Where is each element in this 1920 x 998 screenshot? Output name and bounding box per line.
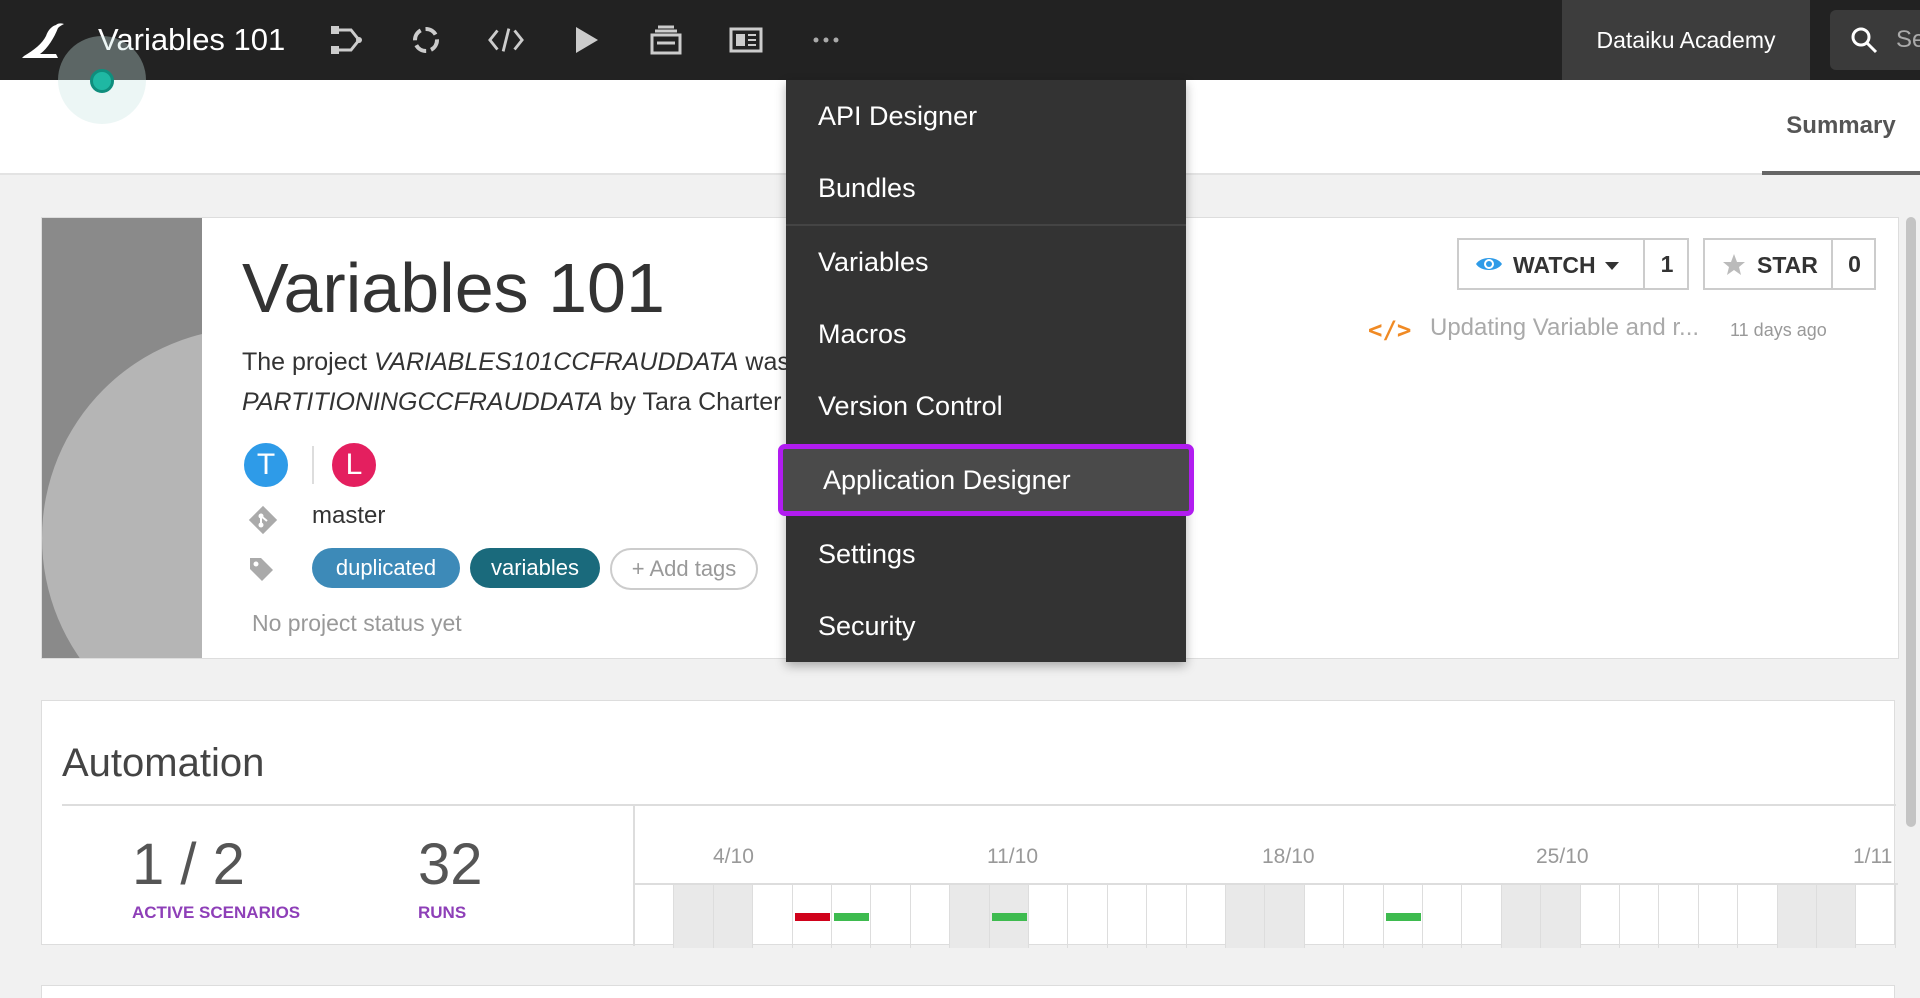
timeline-day-cell[interactable] (1738, 885, 1778, 948)
timeline-date: 11/10 (987, 845, 1038, 868)
lab-icon[interactable] (408, 22, 444, 58)
chevron-down-icon (1605, 262, 1619, 270)
code-icon[interactable] (488, 22, 524, 58)
timeline-day-cell[interactable] (753, 885, 793, 948)
top-navigation-bar: Variables 101 Dataiku Academy Se (0, 0, 1920, 80)
timeline-day-cell[interactable] (1777, 885, 1817, 948)
tag-icon (247, 555, 275, 588)
timeline-date: 25/10 (1536, 845, 1589, 868)
timeline-day-cell[interactable] (1856, 885, 1896, 948)
timeline-day-cell[interactable] (1226, 885, 1266, 948)
star-button[interactable]: STAR 0 (1703, 238, 1876, 290)
star-count[interactable]: 0 (1831, 240, 1876, 288)
scenario-run-bar-failed[interactable] (794, 913, 830, 921)
automation-title: Automation (62, 741, 265, 785)
timeline-date: 18/10 (1262, 845, 1315, 868)
more-icon[interactable] (808, 22, 844, 58)
runs-value[interactable]: 32 (418, 831, 483, 898)
timeline-day-cell[interactable] (911, 885, 951, 948)
timeline-day-cell[interactable] (1501, 885, 1542, 948)
timeline-day-cell[interactable] (713, 885, 754, 948)
avatar-t[interactable]: T (242, 441, 290, 489)
avatar-l[interactable]: L (330, 441, 378, 489)
app-icon[interactable] (728, 22, 764, 58)
next-section-card (41, 985, 1895, 998)
menu-item-variables[interactable]: Variables (786, 226, 1186, 298)
timeline-day-cell[interactable] (1462, 885, 1502, 948)
menu-item-macros[interactable]: Macros (786, 298, 1186, 370)
active-scenarios-value[interactable]: 1 / 2 (132, 831, 245, 898)
timeline-day-cell[interactable] (1344, 885, 1384, 948)
timeline-grid (635, 883, 1898, 948)
timeline-date: 1/11 (1853, 845, 1893, 868)
timeline-day-cell[interactable] (1699, 885, 1739, 948)
timeline-day-cell[interactable] (1029, 885, 1069, 948)
eye-icon (1475, 255, 1503, 278)
active-scenarios-label[interactable]: ACTIVE SCENARIOS (132, 903, 300, 923)
project-status[interactable]: No project status yet (252, 610, 462, 637)
search-input[interactable]: Se (1830, 10, 1920, 70)
star-icon (1721, 252, 1747, 283)
watch-count[interactable]: 1 (1643, 240, 1689, 288)
timeline-day-cell[interactable] (1147, 885, 1187, 948)
scenario-run-bar-success[interactable] (991, 913, 1027, 921)
timeline-day-cell[interactable] (1108, 885, 1148, 948)
scenario-run-bar-success[interactable] (834, 913, 870, 921)
timeline-day-cell[interactable] (635, 885, 675, 948)
search-placeholder: Se (1896, 26, 1920, 53)
menu-item-application-designer[interactable]: Application Designer (778, 444, 1194, 516)
timeline-day-cell[interactable] (1265, 885, 1305, 948)
workspace-button[interactable]: Dataiku Academy (1562, 0, 1810, 80)
tutorial-beacon[interactable] (90, 69, 114, 93)
code-icon: </> (1368, 316, 1412, 344)
menu-item-bundles[interactable]: Bundles (786, 152, 1186, 224)
project-description: The project VARIABLES101CCFRAUDDATA was … (242, 348, 810, 416)
timeline-date: 4/10 (713, 845, 754, 868)
timeline-day-cell[interactable] (674, 885, 714, 948)
menu-item-settings[interactable]: Settings (786, 518, 1186, 590)
dashboard-icon[interactable] (648, 22, 684, 58)
git-branch-name[interactable]: master (312, 502, 385, 530)
star-label: STAR (1757, 252, 1818, 278)
dataiku-bird-logo-icon[interactable] (18, 20, 66, 62)
search-icon (1850, 26, 1878, 59)
project-heading: Variables 101 (242, 249, 665, 327)
avatar-divider (312, 446, 314, 484)
timeline-day-cell[interactable] (871, 885, 911, 948)
timeline-day-cell[interactable] (1187, 885, 1226, 948)
tag-variables[interactable]: variables (470, 548, 600, 588)
vertical-scrollbar[interactable] (1906, 217, 1916, 827)
menu-item-version-control[interactable]: Version Control (786, 370, 1186, 442)
scenario-run-bar-success[interactable] (1385, 913, 1421, 921)
activity-timestamp: 11 days ago (1730, 320, 1827, 340)
timeline-day-cell[interactable] (1305, 885, 1345, 948)
automation-card: Automation 1 / 2 ACTIVE SCENARIOS 32 RUN… (41, 700, 1898, 948)
menu-item-api-designer[interactable]: API Designer (786, 80, 1186, 152)
runs-label[interactable]: RUNS (418, 903, 466, 923)
more-menu-dropdown: API Designer Bundles Variables Macros Ve… (778, 80, 1194, 662)
timeline-day-cell[interactable] (1541, 885, 1581, 948)
watch-label: WATCH (1513, 252, 1596, 278)
timeline-day-cell[interactable] (1620, 885, 1660, 948)
timeline-day-cell[interactable] (1659, 885, 1699, 948)
add-tags-button[interactable]: + Add tags (610, 548, 758, 590)
timeline-day-cell[interactable] (950, 885, 990, 948)
activity-item[interactable]: Updating Variable and r... (1430, 314, 1720, 342)
timeline-day-cell[interactable] (1068, 885, 1108, 948)
tag-duplicated[interactable]: duplicated (312, 548, 460, 588)
watch-button[interactable]: WATCH 1 (1457, 238, 1689, 290)
timeline-day-cell[interactable] (1423, 885, 1463, 948)
git-branch-icon (247, 504, 279, 541)
timeline-day-cell[interactable] (1581, 885, 1620, 948)
project-thumbnail[interactable] (42, 218, 202, 658)
menu-item-security[interactable]: Security (786, 590, 1186, 662)
flow-icon[interactable] (328, 22, 364, 58)
tab-summary[interactable]: Summary (1762, 80, 1920, 175)
scenario-run-timeline: 4/10 11/10 18/10 25/10 1/11 (633, 805, 1898, 948)
timeline-day-cell[interactable] (1817, 885, 1857, 948)
run-icon[interactable] (568, 22, 604, 58)
